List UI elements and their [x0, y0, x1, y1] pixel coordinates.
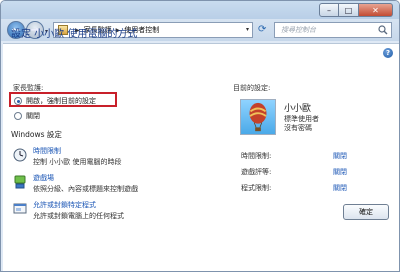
game-icon: [14, 175, 26, 189]
games-link[interactable]: 遊戲場: [33, 173, 138, 183]
page-title: 設定 小小歐 使用電腦的方式: [11, 29, 138, 40]
balloon-icon: [249, 102, 267, 132]
address-dropdown-icon[interactable]: ▾: [246, 26, 249, 33]
search-placeholder: 搜尋控制台: [281, 26, 316, 34]
programs-link[interactable]: 允許或封鎖特定程式: [33, 200, 124, 210]
setting-time-limits-label: 時間限制:: [241, 152, 272, 160]
maximize-button[interactable]: □: [339, 3, 359, 17]
time-limits-desc: 控制 小小歐 使用電腦的時段: [33, 158, 122, 166]
feature-programs: 允許或封鎖特定程式 允許或封鎖電腦上的任何程式: [13, 200, 124, 221]
title-bar: – □ ✕: [1, 1, 399, 21]
close-button[interactable]: ✕: [359, 3, 393, 17]
search-icon[interactable]: [378, 25, 388, 35]
setting-program-limits-value: 關閉: [333, 184, 347, 192]
user-picture: [240, 99, 276, 135]
radio-off-label: 關閉: [26, 112, 40, 120]
radio-button-on[interactable]: [14, 97, 22, 105]
radio-button-off[interactable]: [14, 112, 22, 120]
clock-icon: [13, 148, 27, 162]
setting-program-limits-label: 程式限制:: [241, 184, 272, 192]
setting-time-limits-value: 關閉: [333, 152, 347, 160]
current-settings-label: 目前的設定:: [233, 84, 271, 92]
refresh-icon[interactable]: ⟳: [258, 24, 272, 38]
radio-on-label: 開啟，強制目前的設定: [26, 97, 96, 105]
minimize-button[interactable]: –: [319, 3, 339, 17]
help-icon[interactable]: ?: [383, 48, 393, 58]
control-panel-window: – □ ✕ ← → ▾ ▶ 家長監護 ▶ 使用者控制 ▾ ⟳ 搜尋控制台 ? 設…: [0, 0, 400, 272]
search-input[interactable]: 搜尋控制台: [274, 22, 392, 38]
feature-time-limits: 時間限制 控制 小小歐 使用電腦的時段: [13, 146, 121, 167]
games-desc: 依照分級、內容或標題來控制遊戲: [33, 185, 138, 193]
radio-on-option[interactable]: 開啟，強制目前的設定: [14, 96, 96, 106]
user-name: 小小歐: [284, 104, 312, 114]
feature-games: 遊戲場 依照分級、內容或標題來控制遊戲: [13, 173, 138, 194]
programs-desc: 允許或封鎖電腦上的任何程式: [33, 212, 124, 220]
program-icon: [13, 203, 27, 214]
time-limits-link[interactable]: 時間限制: [33, 146, 121, 156]
window-buttons: – □ ✕: [319, 3, 393, 17]
user-password-status: 沒有密碼: [284, 124, 312, 132]
setting-game-ratings-label: 遊戲評等:: [241, 168, 272, 176]
setting-game-ratings-value: 關閉: [333, 168, 347, 176]
windows-settings-heading: Windows 設定: [11, 130, 62, 139]
radio-off-option[interactable]: 關閉: [14, 111, 40, 121]
ok-button[interactable]: 確定: [343, 204, 389, 220]
